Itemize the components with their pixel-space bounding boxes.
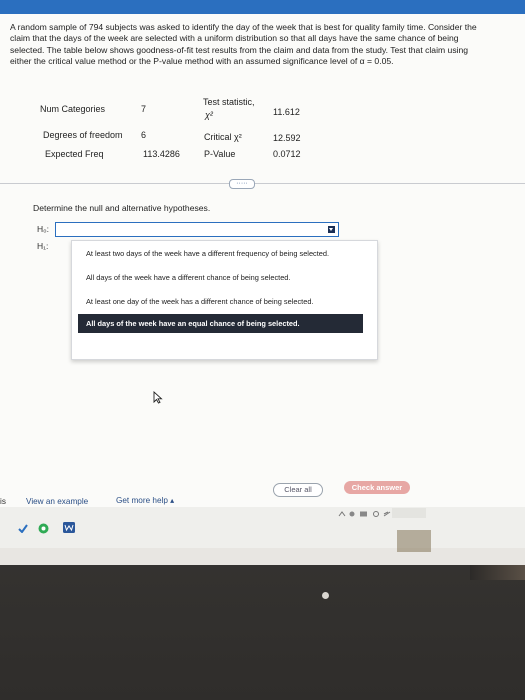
taskbar (0, 507, 525, 548)
monitor-power-led (322, 592, 329, 599)
header-bar (0, 0, 525, 14)
pvalue-value: 0.0712 (273, 149, 301, 159)
test-stat-symbol: χ² (205, 110, 213, 120)
section-divider (0, 183, 525, 184)
checkmark-icon[interactable] (18, 524, 28, 533)
word-icon[interactable] (63, 522, 75, 533)
chrome-icon[interactable] (38, 523, 49, 534)
clear-all-button[interactable]: Clear all (273, 483, 323, 497)
dropdown-option[interactable]: All days of the week have a different ch… (78, 268, 363, 287)
chevron-down-icon[interactable] (328, 226, 335, 233)
clock[interactable] (392, 508, 426, 518)
cut-off-text: is (0, 497, 6, 506)
critical-value: 12.592 (273, 133, 301, 143)
num-categories-label: Num Categories (40, 104, 106, 114)
test-stat-value: 11.612 (273, 107, 300, 117)
expand-button[interactable]: ····· (229, 179, 255, 189)
h1-label: H₁: (37, 241, 49, 251)
dropdown-option[interactable]: At least one day of the week has a diffe… (78, 292, 363, 311)
get-more-help-link[interactable]: Get more help ▴ (116, 495, 174, 505)
h0-label: H₀: (37, 224, 50, 234)
dropdown-option[interactable]: At least two days of the week have a dif… (78, 244, 363, 263)
monitor-screen: A random sample of 794 subjects was aske… (0, 0, 525, 548)
dropdown-menu: At least two days of the week have a dif… (71, 240, 378, 360)
dropdown-option-selected[interactable]: All days of the week have an equal chanc… (78, 314, 363, 333)
prompt-text: Determine the null and alternative hypot… (33, 203, 211, 213)
pvalue-label: P-Value (204, 149, 236, 159)
num-categories-value: 7 (141, 104, 147, 114)
expected-label: Expected Freq (45, 149, 104, 159)
check-answer-button[interactable]: Check answer (344, 481, 410, 494)
dof-label: Degrees of freedom (43, 130, 123, 140)
dof-value: 6 (141, 130, 147, 140)
critical-label: Critical χ² (204, 132, 242, 142)
h0-select[interactable] (55, 222, 339, 237)
screen-reflection (397, 530, 431, 552)
view-example-link[interactable]: View an example (26, 497, 88, 506)
question-text: A random sample of 794 subjects was aske… (10, 22, 477, 67)
test-stat-label: Test statistic, (203, 97, 255, 107)
expected-value: 113.4286 (143, 149, 180, 159)
mouse-pointer-icon (153, 391, 163, 404)
